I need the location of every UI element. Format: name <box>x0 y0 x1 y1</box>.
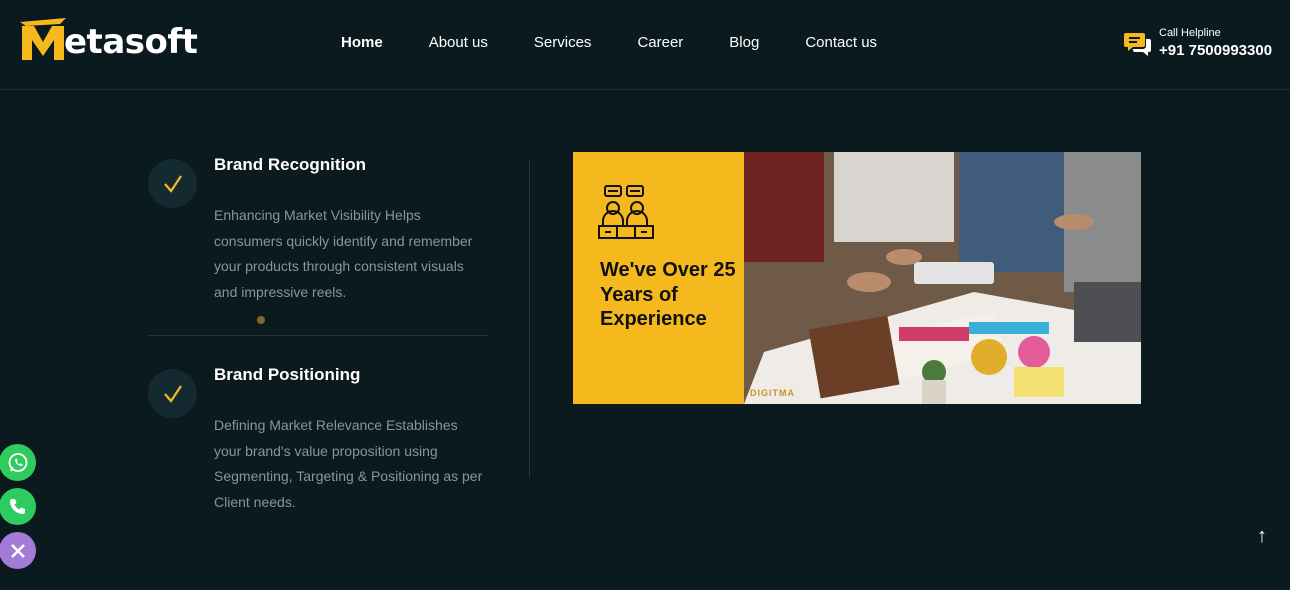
team-meeting-icon <box>598 185 654 239</box>
phone-button[interactable] <box>0 488 36 525</box>
nav-career[interactable]: Career <box>637 34 683 52</box>
main-nav: Home About us Services Career Blog Conta… <box>341 34 923 52</box>
divider <box>148 335 488 336</box>
banner-headline: We've Over 25 Years of Experience <box>600 259 736 330</box>
helpline[interactable]: Call Helpline +91 7500993300 <box>1124 26 1272 62</box>
vertical-divider <box>529 160 530 478</box>
phone-icon <box>9 498 25 514</box>
check-badge <box>148 159 197 208</box>
site-header: etasoft Home About us Services Career Bl… <box>0 0 1290 90</box>
feature-description: Enhancing Market Visibility Helps consum… <box>214 207 473 300</box>
check-badge <box>148 369 197 418</box>
whatsapp-button[interactable] <box>0 444 36 481</box>
nav-about-us[interactable]: About us <box>429 34 488 52</box>
feature-description: Defining Market Relevance Establishes yo… <box>214 417 483 510</box>
whatsapp-icon <box>8 452 27 472</box>
feature-title: Brand Recognition <box>214 155 367 174</box>
carousel-dot[interactable] <box>257 316 265 324</box>
nav-blog[interactable]: Blog <box>729 34 759 52</box>
feature-title: Brand Positioning <box>214 365 361 384</box>
nav-contact-us[interactable]: Contact us <box>805 34 877 52</box>
check-icon <box>163 384 182 403</box>
helpline-number[interactable]: +91 7500993300 <box>1159 40 1272 62</box>
team-working-photo: DIGITMA <box>744 152 1141 404</box>
check-icon <box>163 174 182 193</box>
close-button[interactable] <box>0 532 36 569</box>
logo-text: etasoft <box>64 22 198 62</box>
chat-bubbles-icon <box>1124 33 1151 56</box>
watermark: DIGITMA <box>750 388 795 398</box>
close-icon <box>10 543 25 558</box>
banner-yellow-panel: We've Over 25 Years of Experience <box>573 152 744 404</box>
logo-m-icon <box>20 18 66 60</box>
experience-banner: We've Over 25 Years of Experience DIGITM <box>573 152 1141 404</box>
helpline-label: Call Helpline <box>1159 27 1221 39</box>
nav-services[interactable]: Services <box>534 34 592 52</box>
nav-home[interactable]: Home <box>341 34 383 52</box>
scroll-top-button[interactable]: ↑ <box>1252 524 1272 548</box>
logo[interactable]: etasoft <box>20 18 198 62</box>
